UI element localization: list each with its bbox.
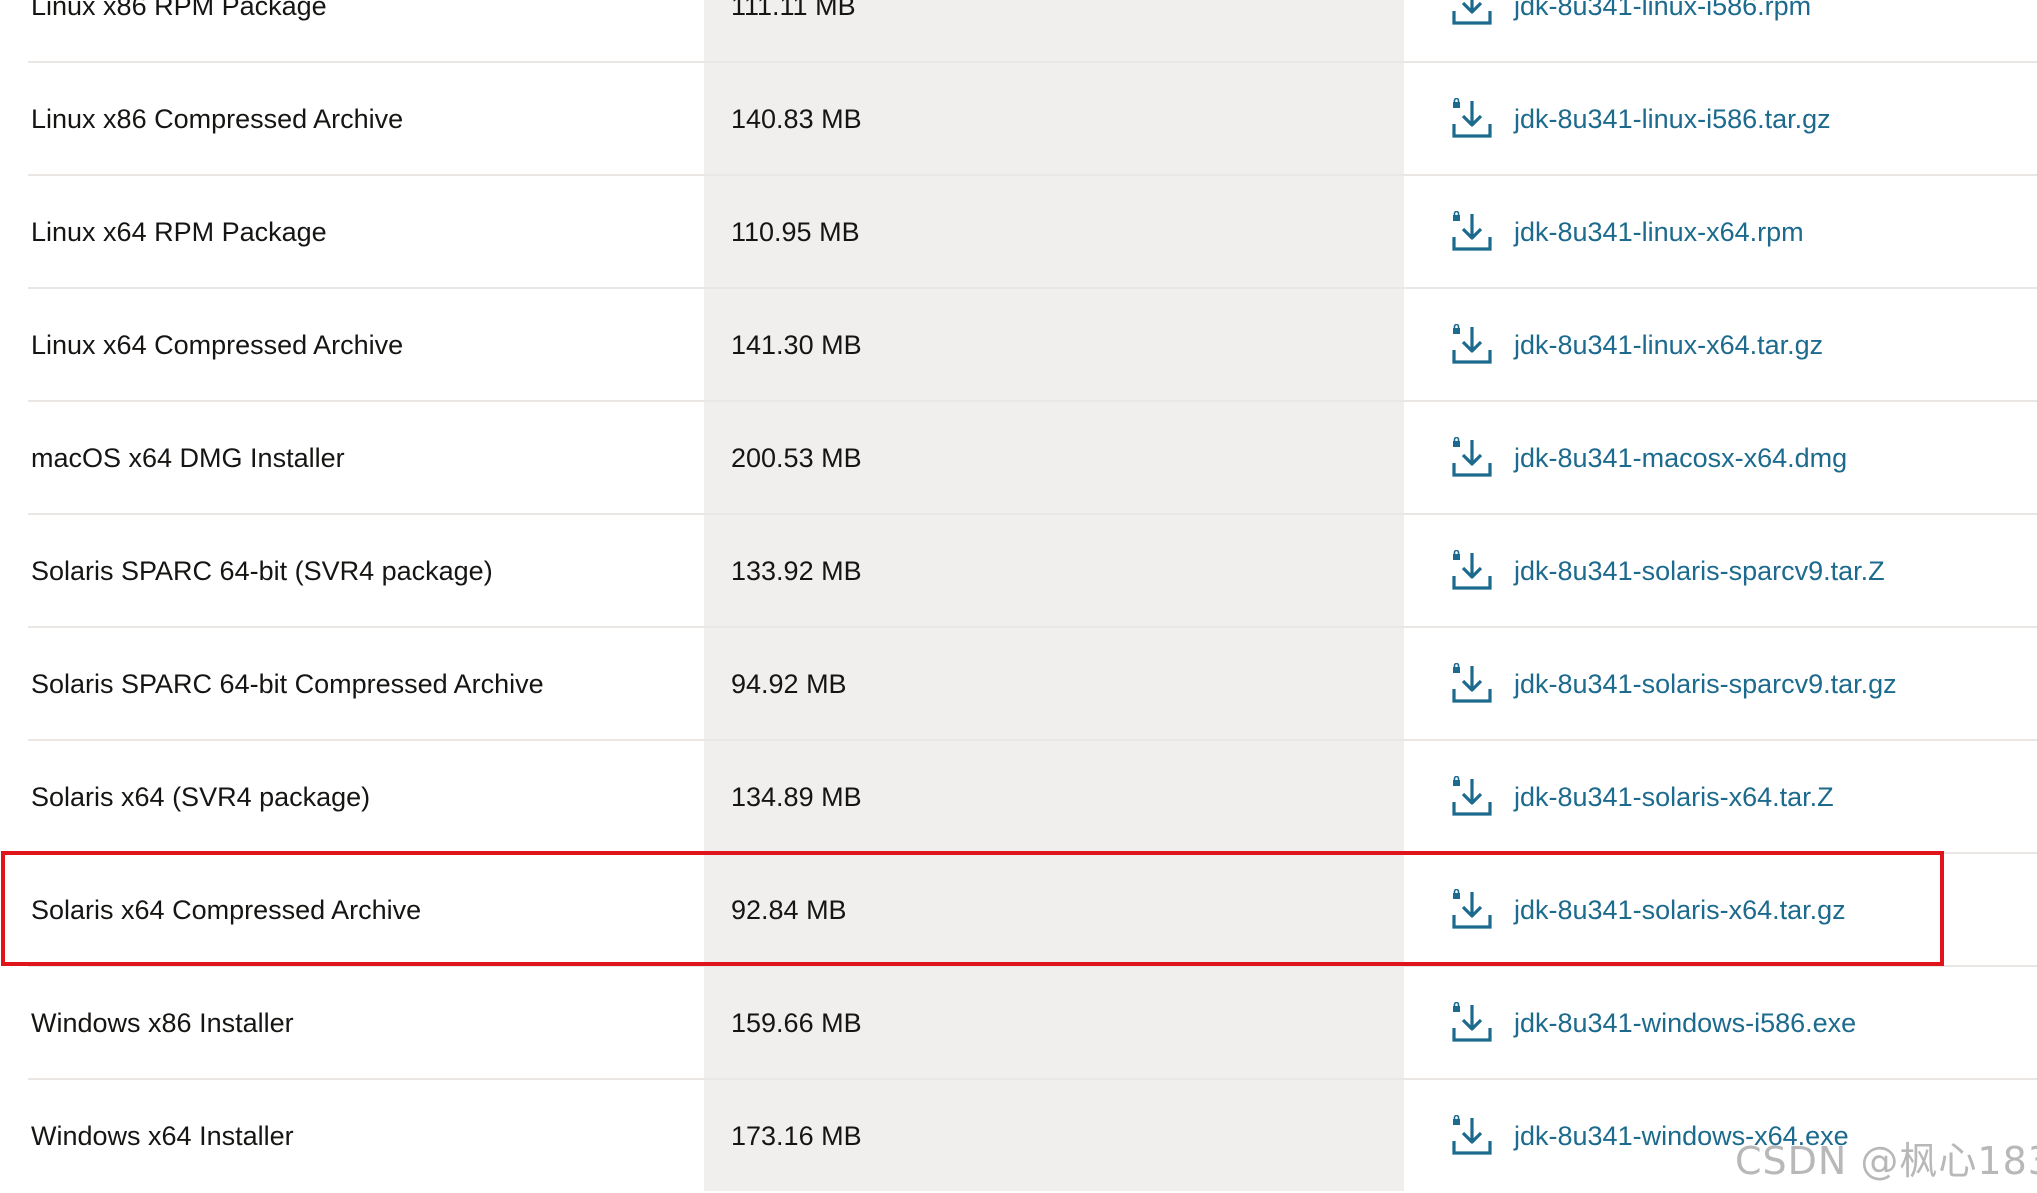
download-icon [1452,662,1492,703]
product-cell: Solaris x64 Compressed Archive [31,895,422,925]
download-cell[interactable]: jdk-8u341-solaris-sparcv9.tar.Z [1450,515,1885,628]
download-icon [1452,1114,1492,1155]
download-link[interactable]: jdk-8u341-windows-i586.exe [1514,1008,1856,1039]
product-cell: Linux x86 RPM Package [31,0,327,21]
download-link[interactable]: jdk-8u341-linux-x64.tar.gz [1514,330,1823,361]
download-link[interactable]: jdk-8u341-macosx-x64.dmg [1514,443,1847,474]
product-cell: Solaris SPARC 64-bit Compressed Archive [31,669,544,699]
download-icon [1452,775,1492,816]
download-icon [1452,1001,1492,1042]
download-icon [1452,0,1492,25]
download-link[interactable]: jdk-8u341-solaris-x64.tar.gz [1514,895,1846,926]
file-size-cell: 133.92 MB [731,556,862,586]
file-size-cell: 173.16 MB [731,1121,862,1151]
file-size-cell: 94.92 MB [731,669,847,699]
table-row: Windows x86 Installer 159.66 MB jdk-8u34… [0,967,2037,1080]
download-link[interactable]: jdk-8u341-solaris-sparcv9.tar.gz [1514,669,1897,700]
download-icon [1452,97,1492,138]
table-row: Linux x64 RPM Package 110.95 MB jdk-8u34… [0,176,2037,289]
download-cell[interactable]: jdk-8u341-solaris-x64.tar.Z [1450,741,1834,854]
file-size-cell: 141.30 MB [731,330,862,360]
download-cell[interactable]: jdk-8u341-macosx-x64.dmg [1450,402,1847,515]
file-size-cell: 200.53 MB [731,443,862,473]
download-cell[interactable]: jdk-8u341-linux-x64.rpm [1450,176,1804,289]
table-row: Windows x64 Installer 173.16 MB jdk-8u34… [0,1080,2037,1193]
download-link[interactable]: jdk-8u341-linux-i586.tar.gz [1514,104,1831,135]
download-link[interactable]: jdk-8u341-solaris-x64.tar.Z [1514,782,1834,813]
download-link[interactable]: jdk-8u341-solaris-sparcv9.tar.Z [1514,556,1885,587]
download-icon [1452,436,1492,477]
download-icon [1452,210,1492,251]
file-size-cell: 140.83 MB [731,104,862,134]
product-cell: macOS x64 DMG Installer [31,443,345,473]
watermark: CSDN @枫心183 [1735,1139,2037,1183]
download-cell[interactable]: jdk-8u341-linux-i586.tar.gz [1450,63,1831,176]
download-icon [1452,888,1492,929]
download-link[interactable]: jdk-8u341-linux-x64.rpm [1514,217,1804,248]
file-size-cell: 110.95 MB [731,217,860,247]
product-cell: Linux x64 Compressed Archive [31,330,404,360]
download-cell[interactable]: jdk-8u341-linux-i586.rpm [1450,0,1811,63]
file-size-cell: 92.84 MB [731,895,847,925]
download-cell[interactable]: jdk-8u341-linux-x64.tar.gz [1450,289,1823,402]
product-cell: Linux x64 RPM Package [31,217,327,247]
table-row: Solaris SPARC 64-bit (SVR4 package) 133.… [0,515,2037,628]
table-row: Solaris x64 (SVR4 package) 134.89 MB jdk… [0,741,2037,854]
download-link[interactable]: jdk-8u341-linux-i586.rpm [1514,0,1811,22]
table-row: Linux x64 Compressed Archive 141.30 MB j… [0,289,2037,402]
file-size-cell: 159.66 MB [731,1008,862,1038]
download-icon [1452,323,1492,364]
download-cell[interactable]: jdk-8u341-solaris-x64.tar.gz [1450,854,1846,967]
product-cell: Linux x86 Compressed Archive [31,104,404,134]
file-size-cell: 111.11 MB [731,0,856,21]
product-cell: Windows x86 Installer [31,1008,294,1038]
table-row: macOS x64 DMG Installer 200.53 MB jdk-8u… [0,402,2037,515]
table-row-highlighted: Solaris x64 Compressed Archive 92.84 MB … [0,854,2037,967]
download-icon [1452,549,1492,590]
file-size-cell: 134.89 MB [731,782,862,812]
table-row: Solaris SPARC 64-bit Compressed Archive … [0,628,2037,741]
product-cell: Solaris x64 (SVR4 package) [31,782,371,812]
product-cell: Windows x64 Installer [31,1121,294,1151]
download-cell[interactable]: jdk-8u341-windows-i586.exe [1450,967,1856,1080]
table-row: Linux x86 Compressed Archive 140.83 MB j… [0,63,2037,176]
download-cell[interactable]: jdk-8u341-solaris-sparcv9.tar.gz [1450,628,1897,741]
product-cell: Solaris SPARC 64-bit (SVR4 package) [31,556,493,586]
table-row: Linux x86 RPM Package 111.11 MB jdk-8u34… [0,0,2037,63]
download-table: Linux x86 RPM Package 111.11 MB jdk-8u34… [0,0,2037,1191]
